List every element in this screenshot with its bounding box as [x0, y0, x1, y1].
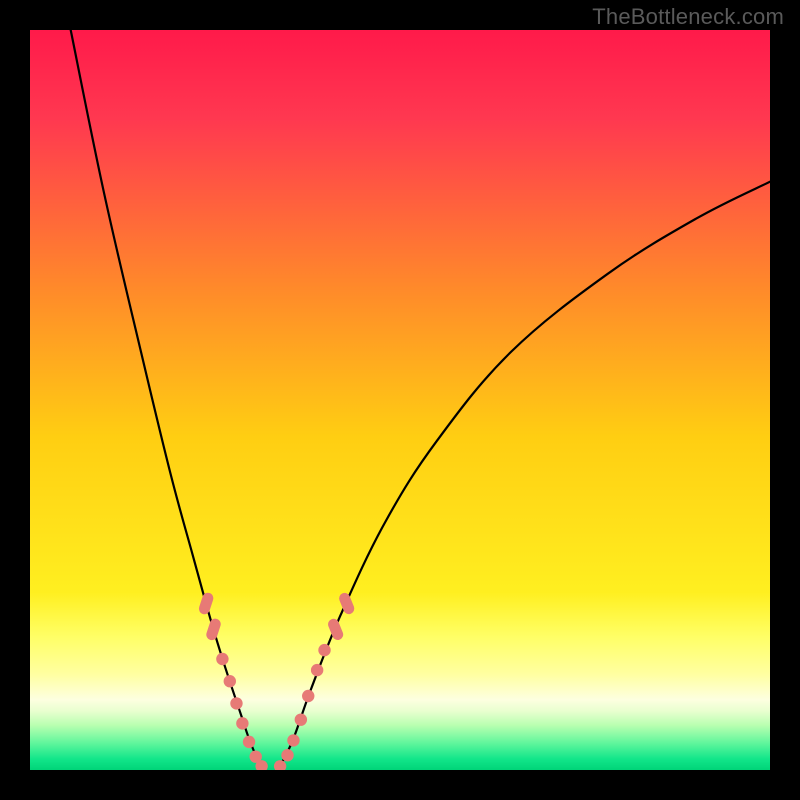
marker-dot [302, 690, 314, 702]
bottleneck-plot [30, 30, 770, 770]
gradient-background [30, 30, 770, 770]
marker-dot [311, 664, 323, 676]
plot-area [30, 30, 770, 770]
marker-dot [295, 713, 307, 725]
marker-dot [216, 653, 228, 665]
marker-dot [281, 749, 293, 761]
marker-dot [236, 717, 248, 729]
marker-dot [230, 697, 242, 709]
marker-dot [318, 644, 330, 656]
marker-dot [243, 736, 255, 748]
chart-frame: TheBottleneck.com [0, 0, 800, 800]
marker-dot [287, 734, 299, 746]
marker-dot [224, 675, 236, 687]
watermark-text: TheBottleneck.com [592, 4, 784, 30]
